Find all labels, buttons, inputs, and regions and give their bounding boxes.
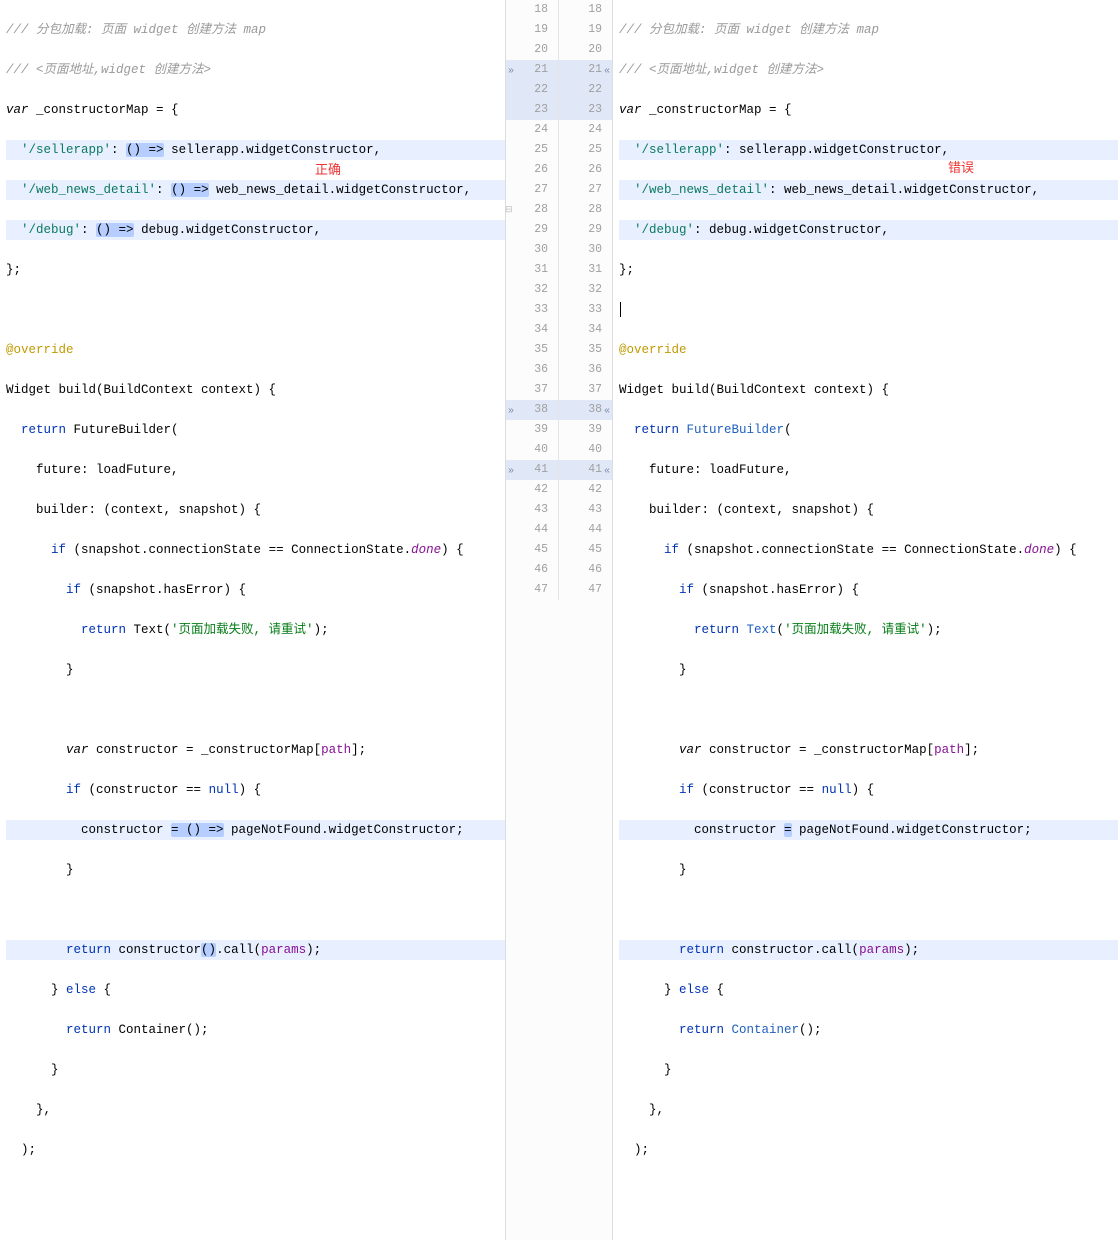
merge-right-icon[interactable]: » (508, 402, 514, 422)
wrong-label: 错误 (948, 158, 974, 178)
merge-left-icon[interactable]: « (604, 462, 610, 482)
right-code[interactable]: /// 分包加载: 页面 widget 创建方法 map /// <页面地址,w… (613, 0, 1118, 1240)
right-pane[interactable]: 错误 /// 分包加载: 页面 widget 创建方法 map /// <页面地… (613, 0, 1118, 1240)
gutter-left: 18 19 20 »21 22 23 24 25 26 27 ⊟28 29 30… (506, 0, 559, 1240)
diff-view: 正确 /// 分包加载: 页面 widget 创建方法 map /// <页面地… (0, 0, 1118, 1240)
fold-icon[interactable]: ⊟ (505, 200, 513, 220)
merge-left-icon[interactable]: « (604, 62, 610, 82)
gutter-right: 18 19 20 21« 22 23 24 25 26 27 28 29 30 … (559, 0, 612, 1240)
text-cursor (620, 302, 621, 317)
gutter: 18 19 20 »21 22 23 24 25 26 27 ⊟28 29 30… (505, 0, 613, 1240)
left-code[interactable]: /// 分包加载: 页面 widget 创建方法 map /// <页面地址,w… (0, 0, 505, 1240)
correct-label: 正确 (315, 160, 341, 180)
merge-left-icon[interactable]: « (604, 402, 610, 422)
left-pane[interactable]: 正确 /// 分包加载: 页面 widget 创建方法 map /// <页面地… (0, 0, 505, 1240)
merge-right-icon[interactable]: » (508, 62, 514, 82)
merge-right-icon[interactable]: » (508, 462, 514, 482)
